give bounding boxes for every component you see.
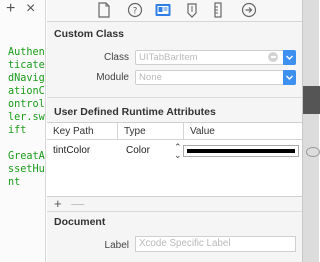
key-path-cell[interactable]: tintColor bbox=[53, 145, 90, 156]
navigator-panel: + × AuthenticatedNavigationController.sw… bbox=[0, 0, 46, 262]
section-divider bbox=[47, 97, 302, 98]
class-combo[interactable]: UITabBarItem bbox=[135, 50, 296, 65]
attributes-icon[interactable] bbox=[185, 2, 201, 18]
runtime-attributes-table: Key Path Type Value tintColor Color ⌃ ⌄ bbox=[47, 122, 302, 197]
add-attribute-button[interactable]: + bbox=[54, 196, 62, 211]
eye-icon bbox=[306, 147, 320, 157]
document-label-input[interactable]: Xcode Specific Label bbox=[135, 236, 296, 252]
module-combo[interactable]: None bbox=[135, 70, 296, 85]
chevron-down-icon[interactable] bbox=[283, 50, 296, 65]
code-line: AuthenticatedNavigationController.swift bbox=[8, 47, 45, 136]
inspector-panel: ? Custom Class Class UITabBarItem Module… bbox=[47, 0, 302, 262]
column-header-value[interactable]: Value bbox=[183, 123, 302, 140]
type-stepper-icon[interactable]: ⌃ ⌄ bbox=[174, 143, 182, 160]
column-header-type[interactable]: Type bbox=[117, 123, 183, 140]
inspector-tab-bar: ? bbox=[47, 0, 302, 22]
label-label: Label bbox=[104, 240, 129, 251]
go-to-class-icon[interactable] bbox=[268, 52, 278, 62]
custom-class-title: Custom Class bbox=[54, 28, 125, 40]
runtime-attributes-title: User Defined Runtime Attributes bbox=[54, 106, 216, 118]
section-divider bbox=[47, 211, 302, 212]
add-button[interactable]: + bbox=[6, 0, 15, 18]
column-header-key-path[interactable]: Key Path bbox=[47, 123, 117, 140]
code-line: GreatAssetHunt bbox=[8, 151, 45, 188]
type-cell[interactable]: Color bbox=[126, 145, 150, 156]
label-placeholder: Xcode Specific Label bbox=[139, 238, 231, 249]
file-icon[interactable] bbox=[97, 2, 113, 18]
class-label: Class bbox=[103, 52, 129, 63]
code-text: AuthenticatedNavigationController.swift … bbox=[8, 46, 46, 189]
close-button[interactable]: × bbox=[26, 0, 35, 18]
module-placeholder: None bbox=[139, 72, 162, 83]
size-icon[interactable] bbox=[213, 2, 229, 18]
connections-icon[interactable] bbox=[241, 2, 257, 18]
canvas-edge bbox=[302, 0, 320, 262]
color-well[interactable] bbox=[183, 145, 299, 157]
chevron-down-icon[interactable] bbox=[283, 70, 296, 85]
remove-attribute-button[interactable]: — bbox=[71, 196, 84, 211]
help-icon[interactable]: ? bbox=[127, 2, 143, 18]
svg-text:?: ? bbox=[133, 7, 138, 17]
identity-icon[interactable] bbox=[155, 2, 171, 18]
canvas-dark-region bbox=[303, 86, 320, 114]
module-label: Module bbox=[96, 72, 129, 83]
attribute-controls: + — bbox=[54, 196, 90, 211]
class-placeholder: UITabBarItem bbox=[139, 52, 198, 63]
document-title: Document bbox=[54, 216, 106, 228]
